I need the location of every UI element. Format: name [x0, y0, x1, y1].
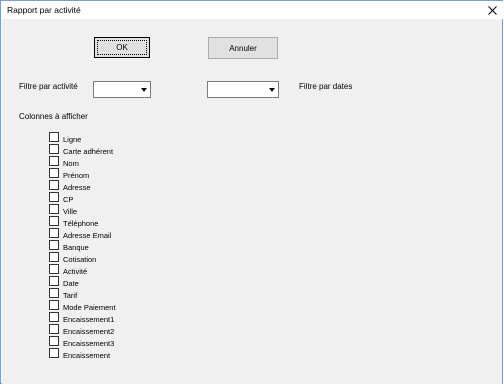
checkbox[interactable] — [49, 228, 59, 238]
activity-filter-label: Filtre par activité — [19, 82, 78, 91]
checkbox[interactable] — [49, 300, 59, 310]
checkbox-label: Téléphone — [63, 219, 99, 228]
checkbox-label: Nom — [63, 159, 79, 168]
checkbox-label: Date — [63, 279, 79, 288]
report-dialog: Rapport par activité OK Annuler Filtre p… — [0, 0, 503, 384]
checkbox[interactable] — [49, 240, 59, 250]
title-bar: Rapport par activité — [1, 1, 503, 19]
cancel-button-label: Annuler — [229, 43, 257, 53]
dates-filter-label: Filtre par dates — [299, 82, 353, 91]
checkbox[interactable] — [49, 312, 59, 322]
checkbox[interactable] — [49, 144, 59, 154]
checkbox[interactable] — [49, 348, 59, 358]
chevron-down-icon[interactable] — [266, 82, 278, 97]
checkbox[interactable] — [49, 204, 59, 214]
checkbox-label: Adresse — [63, 183, 91, 192]
checkbox-label: Prénom — [63, 171, 90, 180]
close-button[interactable] — [481, 1, 503, 19]
checkbox[interactable] — [49, 276, 59, 286]
checkbox-label: Activité — [63, 267, 88, 276]
dialog-body: OK Annuler Filtre par activité Filtre pa… — [2, 19, 502, 384]
activity-filter-dropdown[interactable] — [93, 81, 151, 98]
checkbox[interactable] — [49, 252, 59, 262]
checkbox[interactable] — [49, 336, 59, 346]
checkbox[interactable] — [49, 324, 59, 334]
checkbox-label: Adresse Email — [63, 231, 112, 240]
close-icon — [487, 5, 497, 15]
checkbox[interactable] — [49, 168, 59, 178]
checkbox-label: Encaissement1 — [63, 315, 115, 324]
chevron-down-icon[interactable] — [138, 82, 150, 97]
checkbox-label: Encaissement — [63, 351, 111, 360]
checkbox-label: Carte adhérent — [63, 147, 114, 156]
ok-button-label: OK — [116, 43, 128, 52]
checkbox[interactable] — [49, 264, 59, 274]
checkbox[interactable] — [49, 180, 59, 190]
columns-heading: Colonnes à afficher — [19, 112, 88, 121]
checkbox-label: Mode Paiement — [63, 303, 116, 312]
checkbox-label: Cotisation — [63, 255, 97, 264]
checkbox-label: Encaissement2 — [63, 327, 115, 336]
window-title: Rapport par activité — [7, 5, 81, 15]
checkbox[interactable] — [49, 216, 59, 226]
checkbox-label: Tarif — [63, 291, 78, 300]
dates-filter-dropdown[interactable] — [207, 81, 279, 98]
checkbox[interactable] — [49, 288, 59, 298]
checkbox-label: Banque — [63, 243, 89, 252]
checkbox[interactable] — [49, 192, 59, 202]
checkbox[interactable] — [49, 132, 59, 142]
checkbox-label: CP — [63, 195, 74, 204]
checkbox-label: Ville — [63, 207, 78, 216]
cancel-button[interactable]: Annuler — [208, 37, 278, 59]
checkbox[interactable] — [49, 156, 59, 166]
column-checkbox-encaissement[interactable]: Encaissement — [49, 348, 119, 361]
checkbox-label: Encaissement3 — [63, 339, 115, 348]
ok-button[interactable]: OK — [94, 37, 150, 58]
checkbox-label: Ligne — [63, 135, 82, 144]
